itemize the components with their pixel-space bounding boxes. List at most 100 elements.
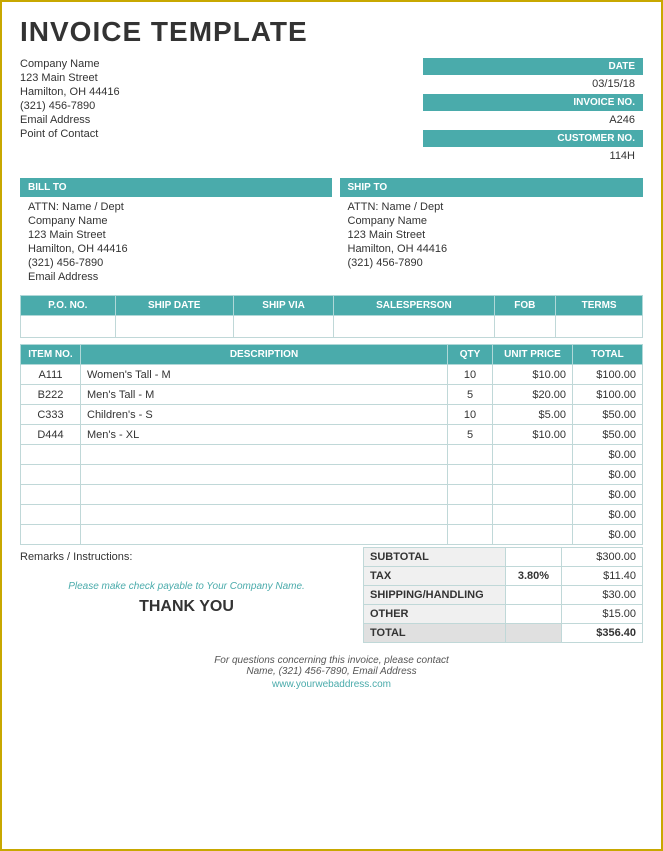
qty-header: QTY <box>448 345 493 365</box>
item-row: $0.00 <box>21 465 643 485</box>
company-address: 123 Main Street <box>20 72 423 84</box>
ship-via-cell <box>233 316 334 338</box>
item-unit-cell: $10.00 <box>493 425 573 445</box>
item-total-cell: $0.00 <box>573 485 643 505</box>
item-qty-cell <box>448 485 493 505</box>
shipping-label: SHIPPING/HANDLING <box>364 586 506 605</box>
ship-address: 123 Main Street <box>348 229 636 241</box>
item-total-cell: $50.00 <box>573 425 643 445</box>
description-header: DESCRIPTION <box>81 345 448 365</box>
invoice-meta: DATE 03/15/18 INVOICE NO. A246 CUSTOMER … <box>423 58 643 166</box>
item-desc-cell: Children's - S <box>81 405 448 425</box>
item-total-cell: $50.00 <box>573 405 643 425</box>
item-unit-cell: $5.00 <box>493 405 573 425</box>
item-qty-cell: 5 <box>448 385 493 405</box>
item-row: $0.00 <box>21 485 643 505</box>
item-qty-cell <box>448 505 493 525</box>
subtotal-row: SUBTOTAL $300.00 <box>364 548 643 567</box>
item-total-cell: $0.00 <box>573 505 643 525</box>
item-no-cell <box>21 505 81 525</box>
other-label: OTHER <box>364 605 506 624</box>
item-total-cell: $0.00 <box>573 525 643 545</box>
item-total-cell: $0.00 <box>573 465 643 485</box>
subtotal-label: SUBTOTAL <box>364 548 506 567</box>
bill-city: Hamilton, OH 44416 <box>28 243 324 255</box>
ship-phone: (321) 456-7890 <box>348 257 636 269</box>
fob-header: FOB <box>494 296 556 316</box>
po-no-header: P.O. NO. <box>21 296 116 316</box>
po-data-row <box>21 316 643 338</box>
invoice-label: INVOICE NO. <box>423 94 643 111</box>
ship-to-header: SHIP TO <box>340 178 644 197</box>
date-label: DATE <box>423 58 643 75</box>
other-value: $15.00 <box>561 605 642 624</box>
terms-cell <box>556 316 643 338</box>
ship-attn: ATTN: Name / Dept <box>348 201 636 213</box>
footer-line1: For questions concerning this invoice, p… <box>20 655 643 666</box>
item-row: $0.00 <box>21 525 643 545</box>
footer-website: www.yourwebaddress.com <box>20 679 643 690</box>
item-no-cell: D444 <box>21 425 81 445</box>
item-desc-cell: Women's Tall - M <box>81 365 448 385</box>
item-row: C333 Children's - S 10 $5.00 $50.00 <box>21 405 643 425</box>
ship-date-cell <box>115 316 233 338</box>
unit-price-header: UNIT PRICE <box>493 345 573 365</box>
ship-city: Hamilton, OH 44416 <box>348 243 636 255</box>
subtotal-value: $300.00 <box>561 548 642 567</box>
item-no-cell: A111 <box>21 365 81 385</box>
invoice-value: A246 <box>423 112 643 130</box>
bill-email: Email Address <box>28 271 324 283</box>
items-table: ITEM NO. DESCRIPTION QTY UNIT PRICE TOTA… <box>20 344 643 545</box>
customer-value: 114H <box>423 148 643 166</box>
bill-to-header: BILL TO <box>20 178 332 197</box>
item-desc-cell: Men's Tall - M <box>81 385 448 405</box>
item-no-cell <box>21 525 81 545</box>
tax-row: TAX 3.80% $11.40 <box>364 567 643 586</box>
subtotal-spacer <box>506 548 562 567</box>
item-unit-cell: $20.00 <box>493 385 573 405</box>
item-total-cell: $100.00 <box>573 385 643 405</box>
total-value: $356.40 <box>561 624 642 643</box>
footer-line2: Name, (321) 456-7890, Email Address <box>20 666 643 677</box>
total-header: TOTAL <box>573 345 643 365</box>
item-no-cell: B222 <box>21 385 81 405</box>
item-no-header: ITEM NO. <box>21 345 81 365</box>
bill-to-content: ATTN: Name / Dept Company Name 123 Main … <box>20 197 332 289</box>
shipping-spacer <box>506 586 562 605</box>
item-qty-cell: 10 <box>448 405 493 425</box>
item-qty-cell <box>448 525 493 545</box>
items-header-row: ITEM NO. DESCRIPTION QTY UNIT PRICE TOTA… <box>21 345 643 365</box>
item-qty-cell: 5 <box>448 425 493 445</box>
terms-header: TERMS <box>556 296 643 316</box>
bill-phone: (321) 456-7890 <box>28 257 324 269</box>
item-total-cell: $100.00 <box>573 365 643 385</box>
ship-company: Company Name <box>348 215 636 227</box>
item-unit-cell <box>493 505 573 525</box>
ship-date-header: SHIP DATE <box>115 296 233 316</box>
bill-ship-section: BILL TO ATTN: Name / Dept Company Name 1… <box>20 170 643 289</box>
tax-value: $11.40 <box>561 567 642 586</box>
company-info: Company Name 123 Main Street Hamilton, O… <box>20 58 423 142</box>
item-unit-cell <box>493 445 573 465</box>
invoice-title: INVOICE TEMPLATE <box>20 16 643 48</box>
po-header-row: P.O. NO. SHIP DATE SHIP VIA SALESPERSON … <box>21 296 643 316</box>
footer: For questions concerning this invoice, p… <box>20 655 643 690</box>
item-no-cell <box>21 485 81 505</box>
ship-to-col: SHIP TO ATTN: Name / Dept Company Name 1… <box>332 170 644 289</box>
total-row: TOTAL $356.40 <box>364 624 643 643</box>
item-total-cell: $0.00 <box>573 445 643 465</box>
item-desc-cell <box>81 525 448 545</box>
item-no-cell <box>21 445 81 465</box>
thank-you: THANK YOU <box>20 598 363 616</box>
remarks-col: Remarks / Instructions: Please make chec… <box>20 547 363 643</box>
item-unit-cell <box>493 525 573 545</box>
tax-rate: 3.80% <box>506 567 562 586</box>
item-row: A111 Women's Tall - M 10 $10.00 $100.00 <box>21 365 643 385</box>
other-spacer <box>506 605 562 624</box>
salesperson-cell <box>334 316 494 338</box>
item-row: D444 Men's - XL 5 $10.00 $50.00 <box>21 425 643 445</box>
company-phone: (321) 456-7890 <box>20 100 423 112</box>
salesperson-header: SALESPERSON <box>334 296 494 316</box>
item-qty-cell <box>448 465 493 485</box>
bottom-section: Remarks / Instructions: Please make chec… <box>20 547 643 643</box>
